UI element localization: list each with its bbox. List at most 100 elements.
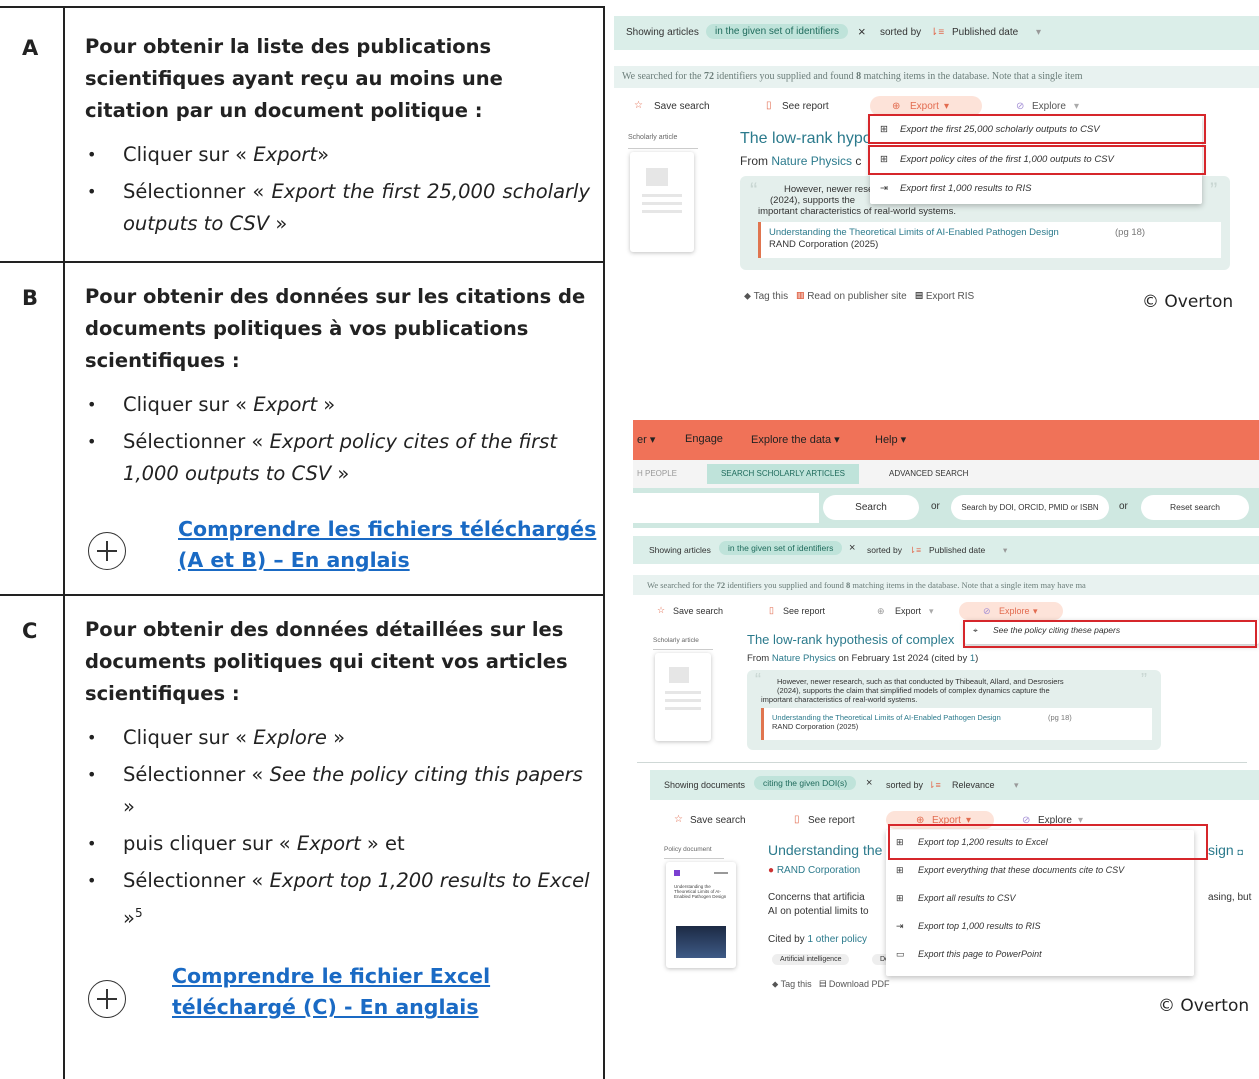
instructions-table: A Pour obtenir la liste des publications… <box>0 0 605 1079</box>
article-title[interactable]: The low-rank hypo <box>740 130 872 148</box>
save-search-button[interactable]: Save search <box>690 815 746 826</box>
ref-org: RAND Corporation (2025) <box>772 722 859 731</box>
showing-label: Showing articles <box>649 545 711 555</box>
chevron-down-icon[interactable]: ▾ <box>1003 545 1007 556</box>
export-ris-link[interactable]: Export RIS <box>926 291 974 302</box>
citing-reference: Understanding the Theoretical Limits of … <box>761 708 1152 740</box>
star-icon[interactable]: ☆ <box>634 100 643 111</box>
or-label: or <box>1119 501 1128 512</box>
tag-this-link[interactable]: Tag this <box>754 291 788 302</box>
search-bar: Search or Search by DOI, ORCID, PMID or … <box>633 488 1259 528</box>
article-source: From Nature Physics c <box>740 154 862 168</box>
highlight-box <box>868 114 1206 144</box>
publisher-icon: ▥ <box>796 291 805 302</box>
monitor-icon: ▭ <box>896 949 905 959</box>
tab-advanced-search[interactable]: ADVANCED SEARCH <box>889 469 968 478</box>
explore-icon: ⊘ <box>1016 101 1025 112</box>
link-file-c[interactable]: Comprendre le fichier Excel téléchargé (… <box>172 961 592 1023</box>
quote-open-icon: “ <box>750 178 758 203</box>
ref-title-link[interactable]: Understanding the Theoretical Limits of … <box>772 713 1001 722</box>
search-button[interactable]: Search <box>823 495 919 520</box>
close-icon[interactable]: × <box>866 777 872 789</box>
section-c-step-3: puis cliquer sur « Export » et <box>87 828 590 860</box>
table-icon: ⊞ <box>896 893 904 903</box>
nav-item-help[interactable]: Help ▾ <box>875 433 906 446</box>
menu-item-export-all-csv[interactable]: ⊞ Export all results to CSV <box>886 893 1194 909</box>
chevron-down-icon: ▾ <box>929 606 934 616</box>
row-divider-ab <box>0 261 605 263</box>
export-button[interactable]: Export <box>910 101 939 112</box>
quote-open-icon: “ <box>755 670 761 690</box>
reset-search-button[interactable]: Reset search <box>1141 495 1249 520</box>
tag-icon: ⬥ <box>744 291 751 302</box>
quote-line: important characteristics of real-world … <box>761 695 918 704</box>
report-icon: ▯ <box>769 605 774 615</box>
nav-item-explore[interactable]: Explore the data ▾ <box>751 433 840 446</box>
close-icon[interactable]: × <box>858 24 866 39</box>
filter-chip[interactable]: in the given set of identifiers <box>706 24 848 39</box>
explore-button[interactable]: Explore <box>999 606 1030 616</box>
explore-icon: ⊘ <box>983 606 991 616</box>
topic-tag[interactable]: Artificial intelligence <box>772 954 850 965</box>
chevron-down-icon[interactable]: ▾ <box>1014 780 1019 791</box>
see-report-button[interactable]: See report <box>782 101 829 112</box>
expand-plus-icon[interactable] <box>88 532 126 570</box>
sort-select[interactable]: Published date <box>929 545 985 555</box>
policy-summary-end: asing, but <box>1208 892 1252 903</box>
star-icon[interactable]: ☆ <box>657 605 665 616</box>
quote-line: However, newer research, such as that co… <box>777 677 1064 686</box>
read-publisher-link[interactable]: Read on publisher site <box>807 291 907 302</box>
menu-item-export-powerpoint[interactable]: ▭ Export this page to PowerPoint <box>886 949 1194 965</box>
link-files-a-b[interactable]: Comprendre les fichiers téléchargés (A e… <box>178 514 598 576</box>
policy-org[interactable]: ● RAND Corporation <box>768 865 860 876</box>
policy-summary: Concerns that artificia <box>768 892 865 903</box>
download-pdf-link[interactable]: Download PDF <box>829 979 890 989</box>
menu-item-export-ris[interactable]: ⇥ Export top 1,000 results to RIS <box>886 921 1194 937</box>
pdf-icon: ▤ <box>819 979 827 989</box>
section-c-heading: Pour obtenir des données détaillées sur … <box>85 618 568 705</box>
thumbnail-image <box>676 926 726 958</box>
external-link-icon[interactable]: ◘ <box>1238 847 1243 857</box>
nav-item-engage[interactable]: Engage <box>685 433 723 445</box>
tag-icon: ⬥ <box>772 979 779 989</box>
save-search-button[interactable]: Save search <box>654 101 710 112</box>
filter-chip[interactable]: citing the given DOI(s) <box>754 776 857 790</box>
sort-select[interactable]: Relevance <box>952 780 995 790</box>
explore-button[interactable]: Explore <box>1032 101 1066 112</box>
section-c-step-1: Cliquer sur « Explore » <box>87 722 590 754</box>
tab-people[interactable]: H PEOPLE <box>637 469 677 478</box>
filter-chip[interactable]: in the given set of identifiers <box>719 541 843 555</box>
copyright-label: © Overton <box>1158 996 1250 1016</box>
see-report-button[interactable]: See report <box>783 606 825 616</box>
section-b-step-1: Cliquer sur « Export » <box>87 389 590 421</box>
notice-bar: We searched for the 72 identifiers you s… <box>614 66 1259 88</box>
search-tabs: H PEOPLE SEARCH SCHOLARLY ARTICLES ADVAN… <box>633 460 1259 488</box>
ref-title-link[interactable]: Understanding the Theoretical Limits of … <box>769 227 1059 238</box>
row-letter-c: C <box>22 619 38 643</box>
save-search-button[interactable]: Save search <box>673 606 723 616</box>
sorted-by-label: sorted by <box>880 27 922 38</box>
close-icon[interactable]: × <box>849 542 855 554</box>
tag-this-link[interactable]: Tag this <box>781 979 812 989</box>
menu-item-export-cited-csv[interactable]: ⊞ Export everything that these documents … <box>886 865 1194 881</box>
export-button[interactable]: Export <box>895 606 921 616</box>
tab-scholarly-articles[interactable]: SEARCH SCHOLARLY ARTICLES <box>707 464 859 484</box>
nav-item-partial[interactable]: er ▾ <box>637 433 655 446</box>
policy-title[interactable]: Understanding the <box>768 842 882 858</box>
sorted-by-label: sorted by <box>886 780 924 790</box>
sort-select[interactable]: Published date <box>952 27 1018 38</box>
table-right-border <box>603 6 605 1079</box>
screenshot-policy-export-menu: Showing documents citing the given DOI(s… <box>650 764 1259 1054</box>
screenshot-divider <box>637 762 1247 763</box>
chevron-down-icon[interactable]: ▾ <box>1036 27 1041 38</box>
search-by-doi-button[interactable]: Search by DOI, ORCID, PMID or ISBN <box>951 495 1109 520</box>
cited-by-link[interactable]: 1 other policy <box>807 934 866 945</box>
see-report-button[interactable]: See report <box>808 815 855 826</box>
card-actions: ⬥ Tag this ▥ Read on publisher site ▤ Ex… <box>744 291 974 302</box>
expand-plus-icon[interactable] <box>88 980 126 1018</box>
menu-item-export-ris[interactable]: ⇥ Export first 1,000 results to RIS <box>870 182 1202 204</box>
star-icon[interactable]: ☆ <box>674 814 683 825</box>
highlight-box <box>888 824 1208 860</box>
search-input[interactable] <box>633 493 819 523</box>
article-title[interactable]: The low-rank hypothesis of complex <box>747 632 954 647</box>
